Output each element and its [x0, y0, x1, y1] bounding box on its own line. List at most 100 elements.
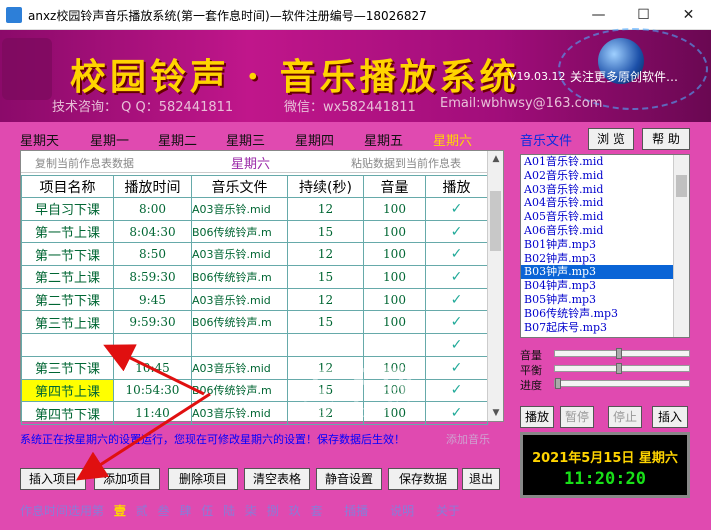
tab-wednesday[interactable]: 星期三 — [226, 130, 265, 149]
tab-monday[interactable]: 星期一 — [90, 130, 129, 149]
scroll-up-arrow-icon[interactable]: ▲ — [488, 151, 504, 167]
music-file-item[interactable]: A04音乐铃.mid — [521, 196, 689, 210]
row-file-cell[interactable]: A03音乐铃.mid — [191, 355, 288, 380]
clear-table-button[interactable]: 清空表格 — [244, 468, 310, 490]
row-volume-cell[interactable]: 100 — [363, 287, 426, 312]
set-option-9[interactable]: 玖 — [289, 504, 301, 518]
browse-button[interactable]: 浏 览 — [588, 128, 634, 150]
music-file-item[interactable]: A03音乐铃.mid — [521, 183, 689, 197]
row-play-check-icon[interactable]: ✓ — [425, 355, 488, 380]
row-time-cell[interactable]: 10:54:30 — [113, 378, 192, 403]
set-option-2[interactable]: 贰 — [136, 504, 148, 518]
insert-item-button[interactable]: 插入项目 — [20, 468, 86, 490]
row-duration-cell[interactable]: 15 — [287, 310, 364, 335]
minimize-button[interactable]: — — [576, 0, 621, 30]
music-file-item[interactable]: B06传统铃声.mp3 — [521, 307, 689, 321]
row-time-cell[interactable]: 11:40 — [113, 401, 192, 425]
row-volume-cell[interactable]: 100 — [363, 401, 426, 425]
add-item-button[interactable]: 添加项目 — [94, 468, 160, 490]
play-button[interactable]: 播放 — [520, 406, 554, 428]
maximize-button[interactable]: ☐ — [621, 0, 666, 30]
row-time-cell[interactable] — [113, 333, 192, 357]
progress-slider[interactable] — [554, 378, 690, 389]
schedule-row[interactable]: 第一节上课 8:04:30 B06传统铃声.m 15 100 ✓ — [21, 219, 488, 244]
music-file-item[interactable]: B07起床号.mp3 — [521, 321, 689, 335]
delete-item-button[interactable]: 删除项目 — [168, 468, 238, 490]
music-file-item[interactable]: B05钟声.mp3 — [521, 293, 689, 307]
row-time-cell[interactable]: 8:59:30 — [113, 265, 192, 289]
row-volume-cell[interactable]: 100 — [363, 378, 426, 403]
row-play-check-icon[interactable]: ✓ — [425, 265, 488, 289]
row-file-cell[interactable]: B06传统铃声.m — [191, 219, 288, 244]
schedule-row[interactable]: ✓ — [21, 333, 488, 357]
pause-button[interactable]: 暂停 — [560, 406, 594, 428]
schedule-scroll-thumb[interactable] — [490, 191, 501, 251]
schedule-row[interactable]: 早自习下课 8:00 A03音乐铃.mid 12 100 ✓ — [21, 197, 488, 221]
balance-knob[interactable] — [616, 363, 623, 374]
row-play-check-icon[interactable]: ✓ — [425, 197, 488, 221]
volume-slider[interactable] — [554, 348, 690, 359]
row-name-cell[interactable]: 第三节上课 — [21, 310, 114, 335]
close-button[interactable]: ✕ — [666, 0, 711, 30]
music-file-item[interactable]: B02钟声.mp3 — [521, 252, 689, 266]
row-volume-cell[interactable]: 100 — [363, 197, 426, 221]
help-button[interactable]: 帮 助 — [642, 128, 690, 150]
row-time-cell[interactable]: 10:45 — [113, 355, 192, 380]
row-name-cell[interactable]: 第三节下课 — [21, 355, 114, 380]
music-file-item[interactable]: A06音乐铃.mid — [521, 224, 689, 238]
row-play-check-icon[interactable]: ✓ — [425, 287, 488, 312]
row-volume-cell[interactable] — [363, 333, 426, 357]
row-volume-cell[interactable]: 100 — [363, 355, 426, 380]
interlude-link[interactable]: 插播 — [344, 504, 368, 518]
set-option-7[interactable]: 柒 — [245, 504, 257, 518]
paste-schedule-link[interactable]: 粘贴数据到当前作息表 — [351, 155, 461, 171]
instructions-link[interactable]: 说明 — [390, 504, 414, 518]
row-play-check-icon[interactable]: ✓ — [425, 333, 488, 357]
row-file-cell[interactable]: B06传统铃声.m — [191, 310, 288, 335]
stop-button[interactable]: 停止 — [608, 406, 642, 428]
music-file-list[interactable]: A01音乐铃.mid A02音乐铃.mid A03音乐铃.mid A04音乐铃.mid… — [520, 154, 690, 338]
insert-play-button[interactable]: 插入 — [652, 406, 688, 428]
row-file-cell[interactable] — [191, 333, 288, 357]
row-name-cell[interactable] — [21, 333, 114, 357]
volume-knob[interactable] — [616, 348, 623, 359]
row-file-cell[interactable]: A03音乐铃.mid — [191, 242, 288, 267]
set-option-6[interactable]: 陆 — [223, 504, 235, 518]
row-time-cell[interactable]: 8:04:30 — [113, 219, 192, 244]
row-play-check-icon[interactable]: ✓ — [425, 219, 488, 244]
schedule-row[interactable]: 第四节上课 10:54:30 B06传统铃声.m 15 100 ✓ — [21, 378, 488, 403]
row-duration-cell[interactable]: 15 — [287, 265, 364, 289]
schedule-row[interactable]: 第三节下课 10:45 A03音乐铃.mid 12 100 ✓ — [21, 355, 488, 380]
row-duration-cell[interactable]: 12 — [287, 355, 364, 380]
row-volume-cell[interactable]: 100 — [363, 219, 426, 244]
row-name-cell[interactable]: 第一节上课 — [21, 219, 114, 244]
balance-slider[interactable] — [554, 363, 690, 374]
row-duration-cell[interactable]: 15 — [287, 378, 364, 403]
set-option-1[interactable]: 壹 — [114, 504, 126, 518]
music-file-item[interactable]: A01音乐铃.mid — [521, 155, 689, 169]
row-duration-cell[interactable]: 15 — [287, 219, 364, 244]
exit-button[interactable]: 退出 — [462, 468, 500, 490]
progress-knob[interactable] — [555, 378, 561, 389]
row-file-cell[interactable]: B06传统铃声.m — [191, 265, 288, 289]
follow-link[interactable]: 关注更多原创软件… — [570, 68, 678, 85]
row-play-check-icon[interactable]: ✓ — [425, 310, 488, 335]
schedule-row[interactable]: 第二节上课 8:59:30 B06传统铃声.m 15 100 ✓ — [21, 265, 488, 289]
row-volume-cell[interactable]: 100 — [363, 310, 426, 335]
schedule-row[interactable]: 第一节下课 8:50 A03音乐铃.mid 12 100 ✓ — [21, 242, 488, 267]
row-file-cell[interactable]: B06传统铃声.m — [191, 378, 288, 403]
music-file-item[interactable]: B01钟声.mp3 — [521, 238, 689, 252]
row-duration-cell[interactable]: 12 — [287, 401, 364, 425]
set-option-8[interactable]: 捌 — [267, 504, 279, 518]
row-file-cell[interactable]: A03音乐铃.mid — [191, 197, 288, 221]
music-list-scrollbar[interactable] — [673, 155, 689, 337]
row-duration-cell[interactable]: 12 — [287, 242, 364, 267]
set-option-3[interactable]: 叁 — [158, 504, 170, 518]
scroll-down-arrow-icon[interactable]: ▼ — [488, 405, 504, 421]
row-file-cell[interactable]: A03音乐铃.mid — [191, 401, 288, 425]
row-volume-cell[interactable]: 100 — [363, 265, 426, 289]
tab-thursday[interactable]: 星期四 — [295, 130, 334, 149]
row-time-cell[interactable]: 9:45 — [113, 287, 192, 312]
music-file-item[interactable]: B03钟声.mp3 — [521, 265, 689, 280]
row-volume-cell[interactable]: 100 — [363, 242, 426, 267]
